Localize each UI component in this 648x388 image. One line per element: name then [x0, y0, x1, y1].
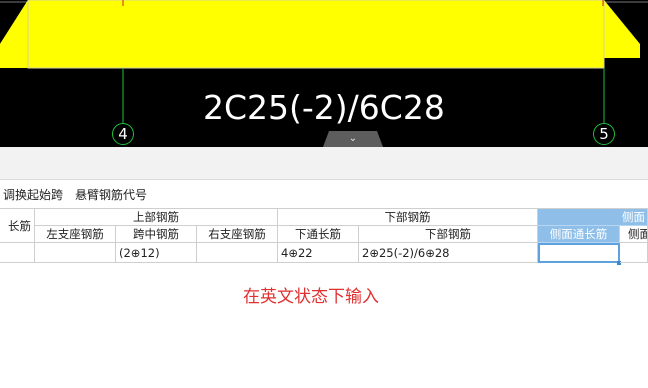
- col-header-through-rebar[interactable]: 长筋: [0, 209, 35, 243]
- beam-left-slope: [0, 0, 28, 58]
- axis-bubble-5: 5: [593, 123, 615, 145]
- col-header-right-support[interactable]: 右支座钢筋: [197, 226, 278, 243]
- cell-right-support[interactable]: [197, 243, 278, 263]
- col-header-side-other[interactable]: 侧面: [620, 226, 648, 243]
- instruction-text: 在英文状态下输入: [243, 287, 379, 307]
- beam-annotation-text[interactable]: 2C25(-2)/6C28: [203, 88, 445, 127]
- cell-bottom-rebar[interactable]: 2⊕25(-2)/6⊕28: [359, 243, 538, 263]
- cell-through-rebar[interactable]: [0, 243, 35, 263]
- cad-canvas[interactable]: 2C25(-2)/6C28 4 5 ⌄: [0, 0, 648, 147]
- rebar-input-panel: 调换起始跨 悬臂钢筋代号 长筋 上部钢筋 下部钢筋 侧面 左支座钢筋 跨中钢筋 …: [0, 180, 648, 388]
- col-header-left-support[interactable]: 左支座钢筋: [35, 226, 116, 243]
- rebar-table: 长筋 上部钢筋 下部钢筋 侧面 左支座钢筋 跨中钢筋 右支座钢筋 下通长筋 下部…: [0, 208, 648, 265]
- cell-side-through-selected[interactable]: [538, 243, 620, 263]
- cell-bottom-through[interactable]: 4⊕22: [278, 243, 359, 263]
- cell-mid-span[interactable]: (2⊕12): [116, 243, 197, 263]
- group-header-bottom-rebar: 下部钢筋: [278, 209, 538, 226]
- col-header-bottom-rebar[interactable]: 下部钢筋: [359, 226, 538, 243]
- col-header-bottom-through[interactable]: 下通长筋: [278, 226, 359, 243]
- swap-start-span-button[interactable]: 调换起始跨: [3, 186, 63, 204]
- beam-right-end: [604, 0, 640, 58]
- panel-toolbar: 调换起始跨 悬臂钢筋代号: [3, 186, 147, 204]
- group-header-side-rebar: 侧面: [538, 209, 648, 226]
- axis-bubble-4: 4: [112, 123, 134, 145]
- cantilever-code-button[interactable]: 悬臂钢筋代号: [75, 186, 147, 204]
- beam-body: [27, 0, 605, 69]
- cell-left-support[interactable]: [35, 243, 116, 263]
- panel-collapse-button[interactable]: ⌄: [323, 131, 383, 147]
- panel-splitter[interactable]: [0, 147, 648, 180]
- col-header-side-through[interactable]: 侧面通长筋: [538, 226, 620, 243]
- col-header-mid-span[interactable]: 跨中钢筋: [116, 226, 197, 243]
- cell-side-other[interactable]: [620, 243, 648, 263]
- group-header-top-rebar: 上部钢筋: [35, 209, 278, 226]
